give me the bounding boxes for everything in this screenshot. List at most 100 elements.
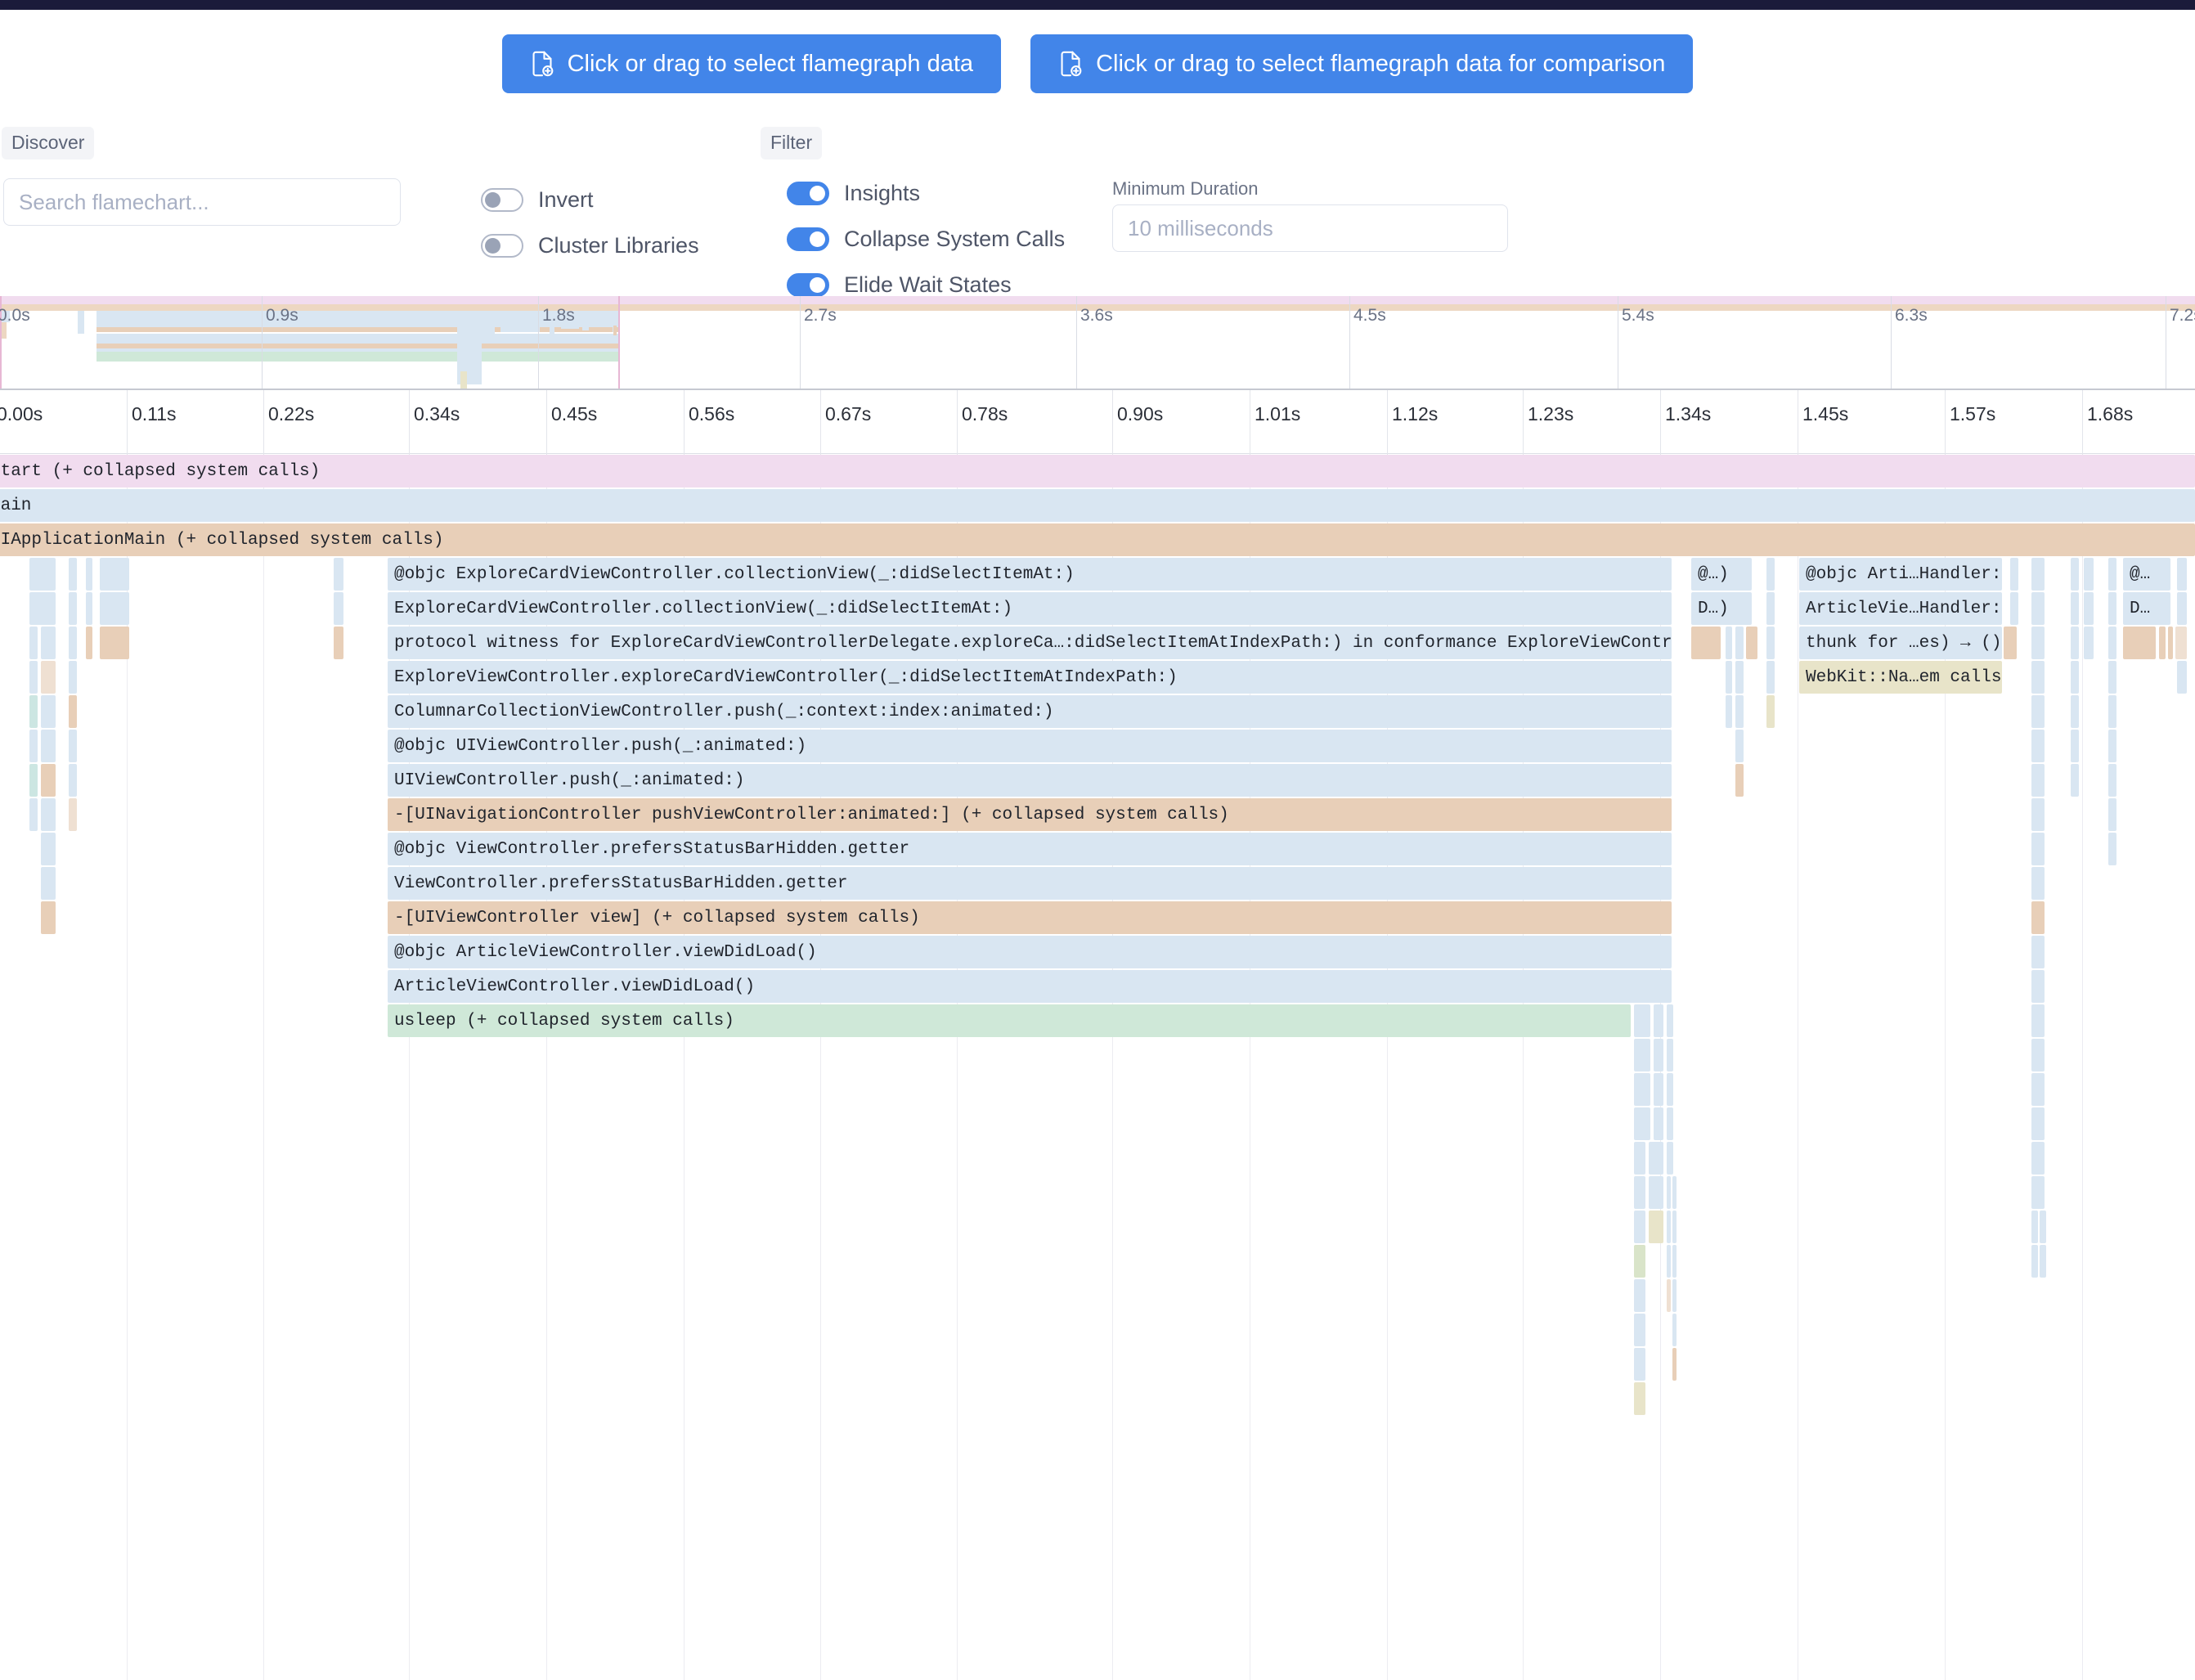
flamegraph-frame-narrow[interactable] — [2031, 1039, 2045, 1071]
flamegraph-frame-narrow[interactable] — [2031, 764, 2045, 797]
flamegraph-frame[interactable]: protocol witness for ExploreCardViewCont… — [388, 627, 1672, 659]
flamegraph-frame-narrow[interactable] — [2010, 592, 2018, 625]
flamegraph-frame-narrow[interactable] — [2071, 661, 2079, 694]
flamegraph-frame-narrow[interactable] — [2010, 558, 2018, 591]
flamegraph-frame-narrow[interactable] — [1672, 1314, 1677, 1346]
flamegraph-frame-narrow[interactable] — [1652, 798, 1672, 831]
flamegraph-frame-narrow[interactable] — [1667, 1039, 1673, 1071]
flamegraph-frame-narrow[interactable] — [1766, 558, 1775, 591]
flamegraph-frame[interactable]: start (+ collapsed system calls) — [0, 455, 2195, 487]
flamegraph-frame-narrow[interactable] — [2108, 695, 2116, 728]
flamegraph-frame[interactable]: @…) — [1691, 558, 1752, 591]
toggle-switch[interactable] — [481, 188, 523, 212]
flamegraph-frame-narrow[interactable] — [2123, 627, 2156, 659]
flamegraph-frame[interactable]: D… — [2123, 592, 2170, 625]
flamegraph-frame-narrow[interactable] — [2108, 558, 2116, 591]
select-flamegraph-data-button[interactable]: Click or drag to select flamegraph data — [502, 34, 1001, 93]
flamegraph-frame-narrow[interactable] — [2084, 627, 2094, 659]
flamegraph-frame-narrow[interactable] — [1654, 1107, 1663, 1140]
flamegraph-frame-narrow[interactable] — [1735, 695, 1744, 728]
flamegraph-frame-narrow[interactable] — [2031, 627, 2045, 659]
search-flamechart-input[interactable] — [3, 178, 401, 226]
flamegraph-frame-narrow[interactable] — [1654, 1073, 1663, 1106]
flamegraph-frame-narrow[interactable] — [1726, 627, 1732, 659]
flamegraph-frame-narrow[interactable] — [69, 730, 77, 762]
flamegraph-frame-narrow[interactable] — [1672, 1211, 1677, 1243]
flamegraph-frame-narrow[interactable] — [69, 592, 77, 625]
flamegraph-frame-narrow[interactable] — [100, 592, 129, 625]
flamegraph-frame-narrow[interactable] — [1634, 1314, 1645, 1346]
flamegraph-frame-narrow[interactable] — [41, 867, 56, 900]
flamegraph-frame-narrow[interactable] — [2031, 695, 2045, 728]
discover-toggle-cluster-libraries[interactable]: Cluster Libraries — [481, 222, 699, 268]
flamegraph-frame-narrow[interactable] — [1667, 1142, 1673, 1175]
flamegraph-frame[interactable]: -[UIViewController view] (+ collapsed sy… — [388, 901, 1672, 934]
flamegraph-frame-narrow[interactable] — [86, 627, 92, 659]
flamegraph-frame[interactable]: @… — [2123, 558, 2170, 591]
flamegraph-frame-narrow[interactable] — [1667, 1107, 1673, 1140]
flamegraph-frame-narrow[interactable] — [2084, 558, 2094, 591]
flamegraph-frame-narrow[interactable] — [1654, 1039, 1663, 1071]
flamegraph-frame-narrow[interactable] — [1667, 1004, 1673, 1037]
flamegraph-frame-narrow[interactable] — [29, 695, 38, 728]
flamegraph-frame-narrow[interactable] — [1735, 661, 1744, 694]
flamegraph-frame-narrow[interactable] — [29, 798, 38, 831]
flamegraph-frame-narrow[interactable] — [1735, 730, 1744, 762]
flamegraph-frame-narrow[interactable] — [1667, 1176, 1671, 1209]
flamegraph-frame-narrow[interactable] — [41, 764, 56, 797]
flamegraph-frame-narrow[interactable] — [1766, 661, 1775, 694]
flamegraph-frame-narrow[interactable] — [29, 592, 56, 625]
flamegraph-frame-narrow[interactable] — [2031, 558, 2045, 591]
flamegraph-frame-narrow[interactable] — [86, 592, 92, 625]
flamegraph-frame-narrow[interactable] — [69, 764, 77, 797]
flamegraph-frame-narrow[interactable] — [1766, 592, 1775, 625]
flamegraph-frame-narrow[interactable] — [1667, 1279, 1671, 1312]
flamegraph-frame-narrow[interactable] — [29, 558, 56, 591]
flamegraph-frame-narrow[interactable] — [1634, 1176, 1645, 1209]
flamegraph-frame-narrow[interactable] — [2031, 1004, 2045, 1037]
flamegraph-frame-narrow[interactable] — [2108, 833, 2116, 865]
toggle-switch[interactable] — [787, 227, 829, 251]
flamegraph-frame-narrow[interactable] — [1667, 1211, 1671, 1243]
flamegraph-frame[interactable]: @objc ArticleViewController.viewDidLoad(… — [388, 936, 1672, 968]
flamegraph-frame-narrow[interactable] — [41, 833, 56, 865]
flamegraph-frame-narrow[interactable] — [1726, 661, 1732, 694]
flamegraph-frame[interactable]: D…) — [1691, 592, 1752, 625]
timeline-overview-minimap[interactable]: 0.0s0.9s1.8s2.7s3.6s4.5s5.4s6.3s7.2s — [0, 296, 2195, 389]
flamegraph-frame-narrow[interactable] — [1634, 1382, 1645, 1415]
flamegraph-frame-narrow[interactable] — [69, 695, 77, 728]
timeline-ruler[interactable]: 0.00s0.11s0.22s0.34s0.45s0.56s0.67s0.78s… — [0, 389, 2195, 454]
flamegraph-frame-narrow[interactable] — [2040, 1211, 2046, 1243]
flamegraph-frame-narrow[interactable] — [2108, 627, 2116, 659]
compare-flamegraph-data-button[interactable]: Click or drag to select flamegraph data … — [1030, 34, 1693, 93]
flamegraph-frame-narrow[interactable] — [86, 558, 92, 591]
flamegraph-frame-narrow[interactable] — [2031, 592, 2045, 625]
flamegraph-frame-narrow[interactable] — [2031, 833, 2045, 865]
flamegraph-frame-narrow[interactable] — [334, 592, 343, 625]
flamegraph-frame-narrow[interactable] — [2175, 627, 2187, 659]
flamegraph-frame-narrow[interactable] — [69, 627, 77, 659]
toggle-switch[interactable] — [787, 273, 829, 297]
flamegraph-frame[interactable]: main — [0, 489, 2195, 522]
flamegraph-canvas[interactable]: start (+ collapsed system calls)mainUIAp… — [0, 455, 2195, 1680]
flamegraph-frame-narrow[interactable] — [1649, 1211, 1663, 1243]
flamegraph-frame-narrow[interactable] — [41, 730, 56, 762]
flamegraph-frame-narrow[interactable] — [1672, 1176, 1677, 1209]
flamegraph-frame-narrow[interactable] — [1634, 1004, 1650, 1037]
flamegraph-frame-narrow[interactable] — [2031, 1142, 2045, 1175]
flamegraph-frame-narrow[interactable] — [2031, 730, 2045, 762]
flamegraph-frame-narrow[interactable] — [2031, 936, 2045, 968]
flamegraph-frame-narrow[interactable] — [2108, 764, 2116, 797]
flamegraph-frame[interactable]: @objc ViewController.prefersStatusBarHid… — [388, 833, 1672, 865]
flamegraph-frame[interactable]: @objc Arti…Handler:) — [1799, 558, 2002, 591]
flamegraph-frame-narrow[interactable] — [29, 627, 38, 659]
flamegraph-frame[interactable]: -[UINavigationController pushViewControl… — [388, 798, 1672, 831]
flamegraph-frame-narrow[interactable] — [1654, 1004, 1663, 1037]
flamegraph-frame-narrow[interactable] — [2031, 798, 2045, 831]
flamegraph-frame-narrow[interactable] — [1649, 1176, 1663, 1209]
flamegraph-frame-narrow[interactable] — [69, 798, 77, 831]
flamegraph-frame-narrow[interactable] — [2084, 592, 2094, 625]
flamegraph-frame-narrow[interactable] — [334, 558, 343, 591]
flamegraph-frame-narrow[interactable] — [2031, 1073, 2045, 1106]
flamegraph-frame-narrow[interactable] — [1766, 695, 1775, 728]
